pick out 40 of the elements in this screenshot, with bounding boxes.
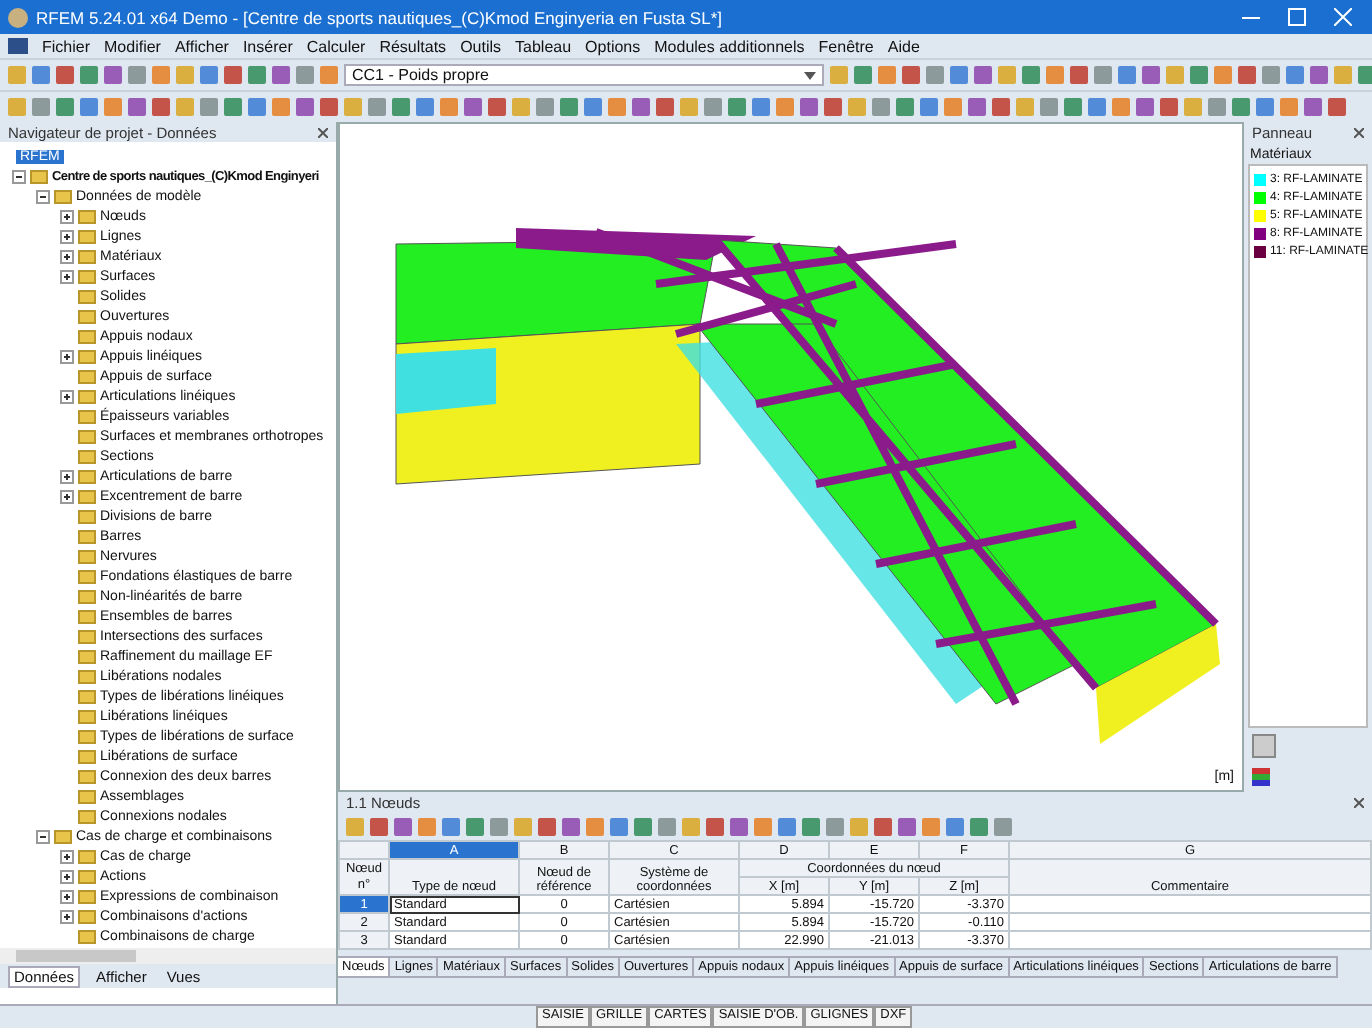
expand-icon[interactable]: [60, 209, 74, 223]
expand-icon[interactable]: [60, 229, 74, 243]
collapse-icon[interactable]: [36, 189, 50, 203]
menu-item[interactable]: Fichier: [42, 37, 91, 55]
expand-icon[interactable]: [60, 469, 74, 483]
caret-icon: [804, 71, 816, 79]
menu-item[interactable]: Insérer: [242, 37, 293, 55]
collapse-icon[interactable]: [36, 829, 50, 843]
expand-icon[interactable]: [60, 269, 74, 283]
menu-item[interactable]: Aide: [887, 37, 920, 55]
expand-icon[interactable]: [60, 849, 74, 863]
layers-icon[interactable]: [1252, 768, 1270, 786]
expand-icon[interactable]: [60, 889, 74, 903]
menu-item[interactable]: Fenêtre: [818, 37, 874, 55]
menu-item[interactable]: Afficher: [174, 37, 229, 55]
menu-item[interactable]: Tableau: [515, 37, 572, 55]
menu-item[interactable]: Modifier: [104, 37, 161, 55]
document-icon[interactable]: [8, 38, 28, 54]
menu-item[interactable]: Options: [585, 37, 641, 55]
expand-icon[interactable]: [60, 389, 74, 403]
expand-icon[interactable]: [60, 489, 74, 503]
menu-item[interactable]: Calculer: [306, 37, 366, 55]
app-icon: [8, 7, 28, 27]
panel-settings-button[interactable]: [1252, 734, 1276, 758]
close-icon[interactable]: [318, 127, 328, 137]
close-icon[interactable]: [1354, 797, 1364, 807]
expand-icon[interactable]: [60, 869, 74, 883]
collapse-icon[interactable]: [12, 169, 26, 183]
close-button[interactable]: [1334, 8, 1352, 26]
expand-icon[interactable]: [60, 909, 74, 923]
horizontal-scrollbar[interactable]: [0, 948, 336, 964]
maximize-button[interactable]: [1288, 8, 1306, 26]
expand-icon[interactable]: [60, 349, 74, 363]
menu-item[interactable]: Outils: [460, 37, 502, 55]
load-case-dropdown[interactable]: CC1 - Poids propre: [344, 64, 824, 86]
window-title: RFEM 5.24.01 x64 Demo - [Centre de sports nautiques_(C)Kmod Enginyeria en Fusta SL*]: [36, 7, 725, 27]
expand-icon[interactable]: [60, 249, 74, 263]
menu-item[interactable]: Résultats: [379, 37, 447, 55]
menu-item[interactable]: Modules additionnels: [654, 37, 805, 55]
close-icon[interactable]: [1354, 127, 1364, 137]
